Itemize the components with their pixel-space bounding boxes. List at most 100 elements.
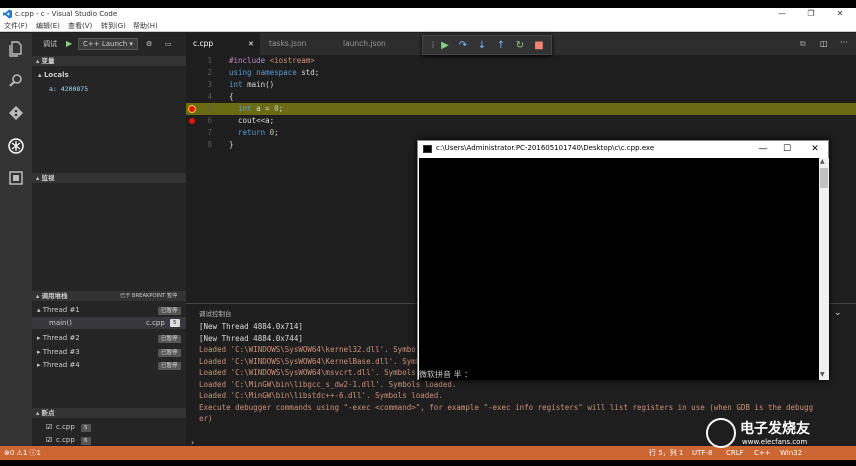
git-icon[interactable] — [6, 106, 26, 126]
console-maximize-button[interactable]: ☐ — [776, 142, 798, 156]
thread-3[interactable]: ▸ Thread #3 — [37, 347, 80, 357]
tab-label: c.cpp — [193, 39, 214, 48]
callstack-header[interactable]: ▴ 调用堆栈 已于 BREAKPOINT 暂停 — [32, 291, 186, 301]
locals-scope[interactable]: ▴ Locals — [38, 70, 69, 80]
thread-4-state: 已暂停 — [158, 362, 181, 370]
bottom-black-strip — [0, 460, 856, 466]
close-tab-icon[interactable]: ✕ — [248, 33, 254, 55]
code-line[interactable]: 5 int a = 0; — [186, 103, 856, 115]
current-breakpoint-icon[interactable] — [189, 106, 195, 112]
line-number: 3 — [207, 80, 212, 89]
toggle-panel-icon[interactable]: ◫ — [820, 39, 828, 48]
thread-2-state: 已暂停 — [158, 335, 181, 343]
start-debug-icon[interactable]: ▶ — [66, 39, 72, 49]
continue-icon[interactable]: ▶ — [437, 38, 453, 54]
local-variable[interactable]: a: 4200875 — [49, 84, 88, 94]
more-actions-icon[interactable]: ··· — [840, 38, 848, 47]
problems-count[interactable]: ⊗0 ⚠1 ⓘ1 — [4, 446, 41, 460]
line-text: return 0; — [238, 128, 279, 137]
scroll-down-icon[interactable]: ▼ — [820, 371, 825, 378]
line-number: 4 — [207, 92, 212, 101]
top-black-strip — [0, 0, 856, 8]
thread-4[interactable]: ▸ Thread #4 — [37, 360, 80, 370]
breakpoint-file-1[interactable]: c.cpp — [56, 422, 75, 432]
line-text: } — [229, 140, 234, 149]
code-line[interactable]: 2 using namespace std; — [186, 67, 856, 79]
tab-c-cpp[interactable]: c.cpp ✕ — [186, 33, 260, 55]
breakpoint-checkbox-2[interactable]: ☑ — [46, 435, 52, 445]
thread-1-state: 已暂停 — [158, 307, 181, 315]
code-line[interactable]: 4{ — [186, 91, 856, 103]
console-line: Loaded 'C:\MinGW\bin\libgcc_s_dw2-1.dll'… — [199, 379, 457, 389]
menu-bar: 文件(F) 编辑(E) 查看(V) 转到(G) 帮助(H) — [0, 20, 856, 32]
restart-icon[interactable]: ↻ — [512, 38, 528, 54]
console-window: c:\Users\Administrator.PC-201605101740\D… — [417, 140, 829, 380]
line-number: 1 — [207, 56, 212, 65]
console-body[interactable] — [419, 158, 819, 380]
restore-button[interactable]: ❐ — [797, 8, 825, 20]
debug-sidebar: 调试 ▶ C++ Launch ▾ ⚙ ▭ ▴ 变量 ▴ Locals a: 4… — [32, 33, 186, 446]
breakpoint-checkbox-1[interactable]: ☑ — [46, 422, 52, 432]
console-scrollbar[interactable]: ▲ ▼ — [819, 158, 829, 380]
tab-launch-json[interactable]: launch.json — [336, 33, 416, 55]
breakpoints-header[interactable]: ▴ 断点 — [32, 408, 186, 418]
console-close-button[interactable]: ✕ — [804, 142, 826, 156]
search-icon[interactable] — [6, 73, 26, 93]
gear-icon[interactable]: ⚙ — [146, 39, 152, 49]
debug-label: 调试 — [43, 40, 57, 48]
code-line[interactable]: 7 return 0; — [186, 127, 856, 139]
console-line: Loaded 'C:\MinGW\bin\libstdc++-6.dll'. S… — [199, 391, 443, 400]
code-line[interactable]: 6 cout<<a; — [186, 115, 856, 127]
debug-console-title[interactable]: 调试控制台 — [199, 308, 232, 318]
line-number: 2 — [207, 68, 212, 77]
activity-bar — [0, 33, 32, 446]
menu-file[interactable]: 文件(F) — [4, 21, 28, 31]
step-out-icon[interactable]: ↑ — [493, 38, 509, 54]
frame-file: c.cpp — [146, 319, 165, 327]
debug-icon[interactable] — [6, 138, 26, 158]
line-number: 5 — [207, 104, 212, 113]
launch-config-select[interactable]: C++ Launch ▾ — [78, 38, 138, 50]
breakpoint-icon[interactable] — [189, 118, 195, 124]
menu-edit[interactable]: 编辑(E) — [36, 21, 60, 31]
watermark-url: www.elecfans.com — [742, 438, 808, 446]
thread-3-state: 已暂停 — [158, 349, 181, 357]
breakpoint-file-2[interactable]: c.cpp — [56, 435, 75, 445]
callstack-frame-main[interactable]: main() c.cpp 5 — [32, 317, 186, 329]
line-text: cout<<a; — [229, 116, 275, 125]
code-line[interactable]: 3 int main() — [186, 79, 856, 91]
watermark-logo: 电子发烧友 www.elecfans.com — [704, 416, 854, 456]
extensions-icon[interactable] — [6, 171, 26, 191]
close-button[interactable]: ✕ — [826, 8, 854, 20]
tab-tasks-json[interactable]: tasks.json — [262, 33, 332, 55]
window-title: c.cpp - c - Visual Studio Code — [15, 10, 118, 18]
minimize-button[interactable]: — — [768, 8, 796, 20]
watch-header[interactable]: ▴ 监视 — [32, 173, 186, 183]
line-text: using namespace std; — [229, 68, 320, 77]
menu-help[interactable]: 帮助(H) — [133, 21, 158, 31]
explorer-icon[interactable] — [6, 41, 26, 61]
line-number: 7 — [207, 128, 212, 137]
stop-icon[interactable]: ■ — [531, 38, 547, 54]
variables-header[interactable]: ▴ 变量 — [32, 56, 186, 66]
scroll-thumb[interactable] — [820, 168, 828, 188]
console-minimize-button[interactable]: — — [752, 142, 774, 156]
chevron-down-icon[interactable]: ⌄ — [834, 308, 842, 318]
thread-1[interactable]: ▴ Thread #1 — [37, 305, 80, 315]
callstack-status: 已于 BREAKPOINT 暂停 — [120, 293, 178, 299]
cursor-position[interactable]: 行 5，列 1 — [649, 446, 683, 460]
thread-2[interactable]: ▸ Thread #2 — [37, 333, 80, 343]
code-line[interactable]: 1 #include <iostream> — [186, 55, 856, 67]
step-into-icon[interactable]: ↓ — [474, 38, 490, 54]
split-editor-icon[interactable]: ⧉ — [800, 39, 806, 49]
line-number: 6 — [207, 116, 212, 125]
menu-view[interactable]: 查看(V) — [68, 21, 92, 31]
line-number: 8 — [207, 140, 212, 149]
menu-goto[interactable]: 转到(G) — [101, 21, 126, 31]
step-over-icon[interactable]: ↷ — [455, 38, 471, 54]
title-bar: c.cpp - c - Visual Studio Code — ❐ ✕ — [0, 8, 856, 20]
open-console-icon[interactable]: ▭ — [165, 39, 172, 49]
brand-circle-icon — [706, 418, 736, 448]
scroll-up-icon[interactable]: ▲ — [820, 158, 825, 165]
watermark-brand: 电子发烧友 — [740, 421, 810, 437]
